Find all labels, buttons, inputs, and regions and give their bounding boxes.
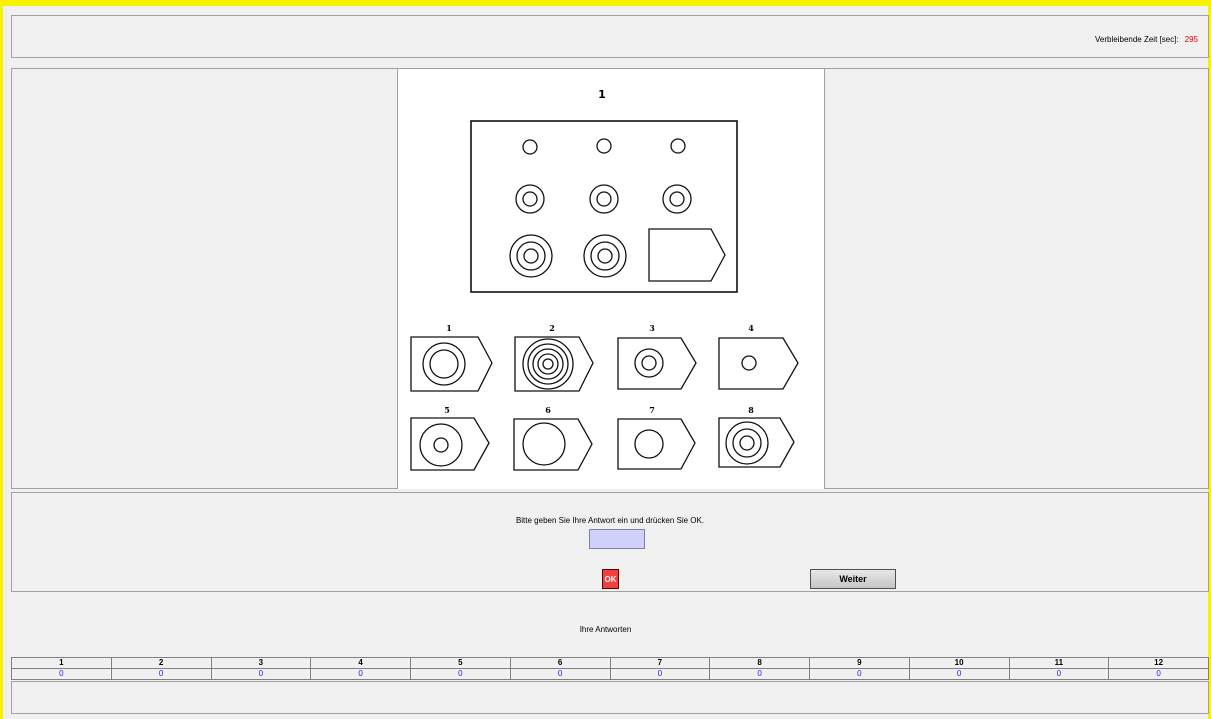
answer-input[interactable] [589,529,645,549]
answer-value: 0 [210,668,312,680]
option-number-6: 6 [545,405,551,415]
answer-value: 0 [310,668,411,680]
remaining-time: Verbleibende Zeit [sec]: 295 [1095,35,1198,44]
answer-value: 0 [509,668,611,680]
option-number-8: 8 [748,405,754,415]
window-frame-left [0,0,3,719]
option-number-1: 1 [446,323,452,333]
answers-header-row: 1 2 3 4 5 6 7 8 9 10 11 12 [11,657,1209,669]
answers-table: 1 2 3 4 5 6 7 8 9 10 11 12 0 0 0 0 0 0 0… [11,657,1209,680]
answer-value: 0 [908,668,1010,680]
matrix-puzzle-drawing: 1 1 2 3 4 5 6 7 8 [410,88,799,471]
answers-column-header: 12 [1108,657,1209,669]
answers-column-header: 5 [410,657,511,669]
answer-value: 0 [11,668,112,680]
answers-column-header: 7 [609,657,711,669]
answers-column-header: 6 [509,657,611,669]
answers-column-header: 4 [310,657,411,669]
ok-button[interactable]: OK [602,569,619,589]
answer-value: 0 [709,668,810,680]
answers-value-row: 0 0 0 0 0 0 0 0 0 0 0 0 [11,668,1209,680]
option-number-4: 4 [748,323,754,333]
option-number-5: 5 [444,405,450,415]
answer-value: 0 [1008,668,1110,680]
answers-column-header: 1 [11,657,112,669]
next-button[interactable]: Weiter [810,569,896,589]
answers-column-header: 2 [110,657,212,669]
header-panel: Verbleibende Zeit [sec]: 295 [11,15,1209,58]
answers-title: Ihre Antworten [579,625,632,634]
answer-value: 0 [410,668,511,680]
answer-value: 0 [609,668,711,680]
answers-column-header: 11 [1008,657,1110,669]
answer-instruction: Bitte geben Sie Ihre Antwort ein und drü… [515,516,705,525]
option-number-2: 2 [549,323,555,333]
matrix-puzzle-image: 1 1 2 3 4 5 6 7 8 [397,69,825,489]
option-number-7: 7 [649,405,655,415]
answer-panel: Bitte geben Sie Ihre Antwort ein und drü… [11,492,1209,592]
answers-column-header: 8 [709,657,810,669]
puzzle-number: 1 [598,88,606,101]
answers-column-header: 9 [809,657,910,669]
remaining-time-label: Verbleibende Zeit [sec]: [1095,35,1179,44]
answer-value: 0 [1108,668,1209,680]
answers-column-header: 3 [210,657,312,669]
answers-column-header: 10 [908,657,1010,669]
option-number-3: 3 [649,323,655,333]
answer-value: 0 [809,668,910,680]
puzzle-panel: 1 1 2 3 4 5 6 7 8 [11,68,1209,489]
footer-panel [11,681,1209,714]
remaining-time-value: 295 [1184,35,1198,44]
window-frame-top [0,0,1211,6]
answer-value: 0 [110,668,212,680]
